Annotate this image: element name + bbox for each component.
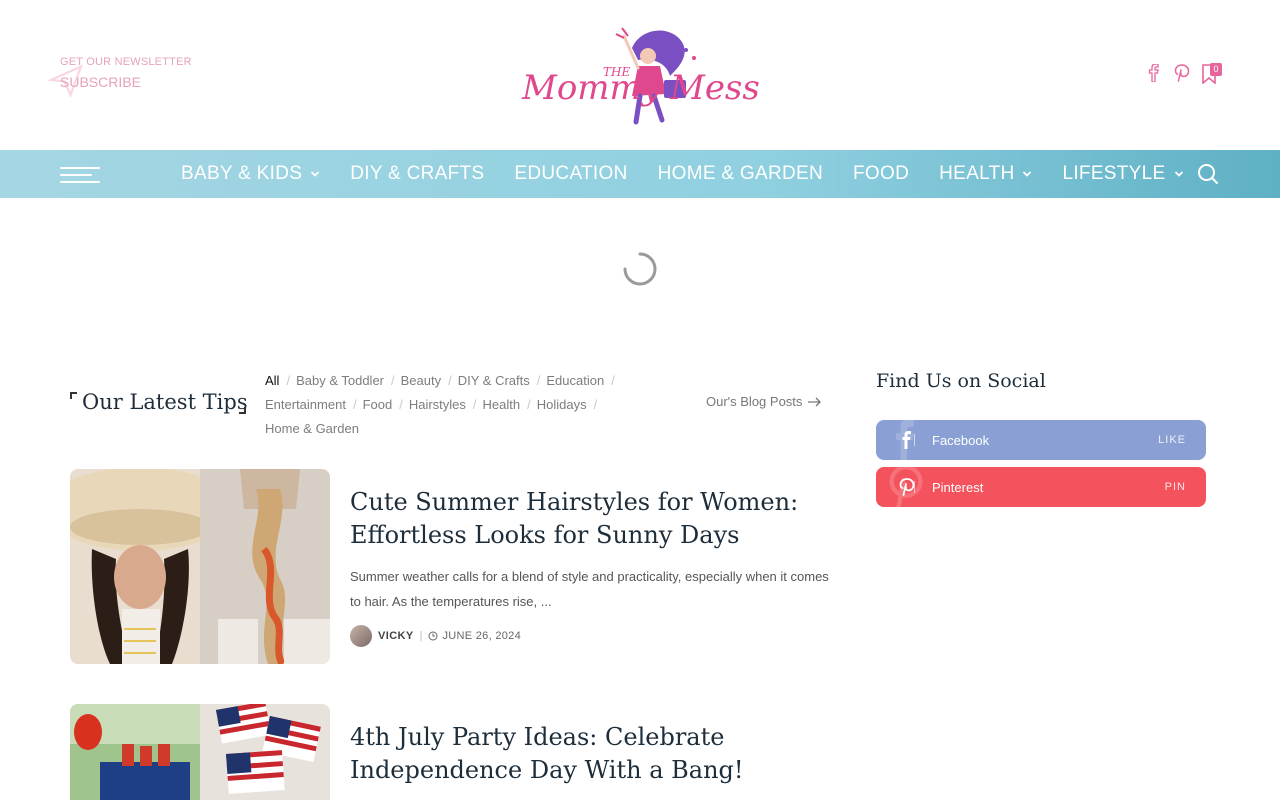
pinterest-icon (876, 467, 923, 507)
article-excerpt: Summer weather calls for a blend of styl… (350, 569, 829, 609)
site-header: GET OUR NEWSLETTER Subscribe THE Mommy M… (0, 0, 1280, 150)
nav-item-home-garden[interactable]: HOME & GARDEN (658, 163, 823, 185)
nav-menu: BABY & KIDS DIY & CRAFTS EDUCATION HOME & G… (181, 150, 1214, 198)
chevron-down-icon (1174, 171, 1183, 177)
section-title: Our Latest Tips (82, 390, 248, 414)
filter-hairstyles[interactable]: Hairstyles (409, 397, 466, 412)
facebook-like-button[interactable]: Facebook LIKE (876, 420, 1206, 460)
date-text: JUNE 26, 2024 (442, 630, 521, 642)
author-name[interactable]: VICKY (378, 630, 414, 642)
hamburger-line (60, 174, 92, 176)
logo-word-mess: Mess (670, 68, 760, 108)
filter-health[interactable]: Health (483, 397, 521, 412)
nav-item-label: EDUCATION (514, 163, 628, 184)
logo-word-mommy: Mommy (522, 68, 661, 108)
social-name: Facebook (932, 432, 990, 448)
author-avatar[interactable] (350, 625, 372, 647)
newsletter-label: GET OUR NEWSLETTER (60, 56, 192, 68)
filter-separator: / (472, 397, 477, 412)
blog-posts-link[interactable]: Our's Blog Posts (706, 394, 822, 409)
arrow-right-icon (808, 397, 822, 406)
nav-item-lifestyle[interactable]: LIFESTYLE (1062, 163, 1183, 185)
filter-education[interactable]: Education (546, 373, 604, 388)
chevron-down-icon (1023, 171, 1032, 177)
filter-separator: / (352, 397, 357, 412)
filter-separator: / (448, 373, 452, 388)
loading-spinner-icon (623, 252, 657, 286)
hamburger-line (60, 167, 100, 169)
nav-item-label: BABY & KIDS (181, 163, 303, 184)
article-title[interactable]: 4th July Party Ideas: Celebrate Independ… (350, 721, 820, 787)
nav-item-label: LIFESTYLE (1062, 163, 1166, 184)
site-logo[interactable]: THE Mommy Mess (520, 20, 760, 130)
subscribe-link[interactable]: Subscribe (60, 74, 192, 90)
july-party-photo (70, 704, 330, 800)
nav-item-food[interactable]: FOOD (853, 163, 909, 185)
nav-item-label: DIY & CRAFTS (350, 163, 485, 184)
filter-diy-crafts[interactable]: DIY & Crafts (458, 373, 530, 388)
hamburger-line (60, 181, 100, 183)
main-navigation: BABY & KIDS DIY & CRAFTS EDUCATION HOME & G… (0, 150, 1280, 198)
bookmark-count: 0 (1210, 63, 1222, 76)
article-card: Cute Summer Hairstyles for Women: Effort… (70, 469, 830, 669)
article-date: JUNE 26, 2024 (428, 630, 521, 642)
nav-item-diy-crafts[interactable]: DIY & CRAFTS (350, 163, 484, 185)
pinterest-icon[interactable] (1174, 62, 1190, 84)
filter-entertainment[interactable]: Entertainment (265, 397, 346, 412)
facebook-icon[interactable] (1146, 62, 1162, 84)
nav-item-baby-kids[interactable]: BABY & KIDS (181, 163, 320, 185)
nav-item-label: HOME & GARDEN (657, 163, 824, 184)
pinterest-pin-button[interactable]: Pinterest PIN (876, 467, 1206, 507)
header-social-icons: 0 (1146, 62, 1222, 84)
article-title[interactable]: Cute Summer Hairstyles for Women: Effort… (350, 486, 820, 552)
clock-icon (428, 631, 438, 641)
nav-item-label: HEALTH (939, 163, 1015, 184)
article-thumbnail[interactable] (70, 704, 330, 800)
article-card: 4th July Party Ideas: Celebrate Independ… (70, 704, 830, 800)
blog-posts-label: Our's Blog Posts (706, 394, 803, 409)
filter-all[interactable]: All (265, 373, 279, 388)
bookmark-button[interactable]: 0 (1202, 62, 1222, 84)
filter-separator: / (527, 397, 531, 412)
filter-separator: / (536, 373, 541, 388)
meta-separator: | (419, 630, 423, 642)
hairstyles-photo (70, 469, 330, 664)
sidebar-title: Find Us on Social (876, 370, 1046, 392)
chevron-down-icon (311, 171, 320, 177)
filter-separator: / (286, 373, 291, 388)
filter-holidays[interactable]: Holidays (537, 397, 587, 412)
nav-item-education[interactable]: EDUCATION (514, 163, 627, 185)
filter-beauty[interactable]: Beauty (401, 373, 441, 388)
category-filters: All / Baby & Toddler / Beauty / DIY & Crafts / E… (265, 369, 675, 441)
filter-separator: / (391, 373, 395, 388)
search-icon[interactable] (1196, 162, 1220, 186)
filter-food[interactable]: Food (363, 397, 393, 412)
heading-corner-decoration (239, 407, 246, 414)
nav-item-health[interactable]: HEALTH (939, 163, 1032, 185)
social-name: Pinterest (932, 479, 984, 495)
filter-separator: / (399, 397, 403, 412)
filter-baby-toddler[interactable]: Baby & Toddler (296, 373, 384, 388)
article-thumbnail[interactable] (70, 469, 330, 664)
nav-item-label: FOOD (853, 163, 910, 184)
social-action: PIN (1164, 481, 1186, 493)
latest-tips-heading: Our Latest Tips (70, 390, 248, 420)
filter-home-garden[interactable]: Home & Garden (265, 421, 359, 436)
newsletter-subscribe[interactable]: GET OUR NEWSLETTER Subscribe (48, 56, 192, 98)
article-meta: VICKY | JUNE 26, 2024 (350, 625, 521, 647)
filter-separator: / (611, 373, 615, 388)
facebook-icon (876, 420, 914, 460)
social-action: LIKE (1158, 434, 1186, 446)
filter-separator: / (593, 397, 598, 412)
menu-toggle-button[interactable] (60, 167, 100, 183)
heading-corner-decoration (70, 392, 77, 399)
